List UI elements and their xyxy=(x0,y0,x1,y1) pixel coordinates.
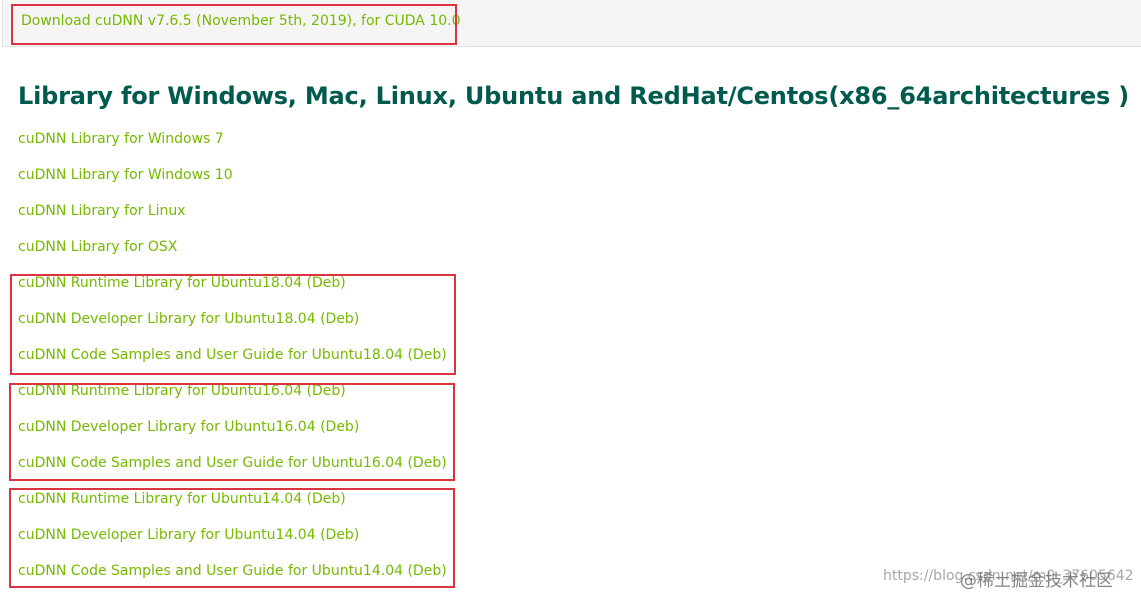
watermark-site: @稀土掘金技术社区 xyxy=(960,571,1113,591)
link-windows-10[interactable]: cuDNN Library for Windows 10 xyxy=(18,166,233,184)
highlight-box-download xyxy=(11,4,457,45)
link-osx[interactable]: cuDNN Library for OSX xyxy=(18,238,177,256)
highlight-box-ubuntu1604 xyxy=(9,383,455,481)
link-linux[interactable]: cuDNN Library for Linux xyxy=(18,202,186,220)
link-windows-7[interactable]: cuDNN Library for Windows 7 xyxy=(18,130,224,148)
highlight-box-ubuntu1804 xyxy=(10,274,456,375)
section-heading: Library for Windows, Mac, Linux, Ubuntu … xyxy=(18,82,1130,110)
page: Download cuDNN v7.6.5 (November 5th, 201… xyxy=(0,0,1141,606)
highlight-box-ubuntu1404 xyxy=(9,488,455,588)
